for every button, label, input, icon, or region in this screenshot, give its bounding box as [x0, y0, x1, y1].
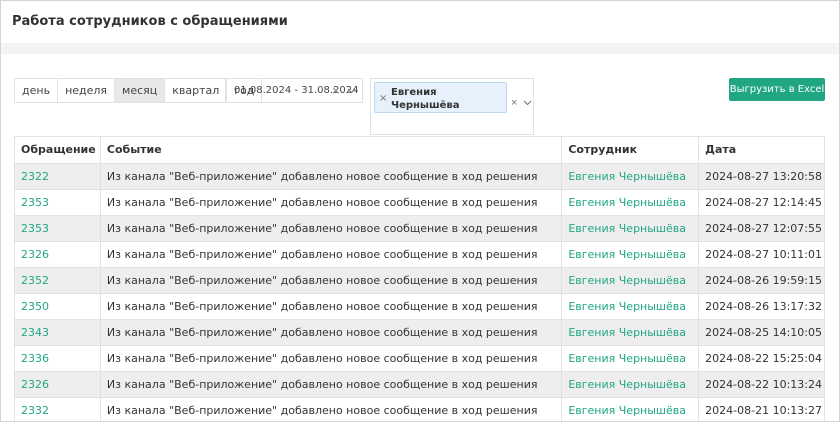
filter-toolbar: день неделя месяц квартал год 01.08.2024…: [1, 54, 839, 135]
period-month-button[interactable]: месяц: [115, 79, 166, 102]
event-text: Из канала "Веб-приложение" добавлено нов…: [100, 320, 563, 346]
ticket-link[interactable]: 2352: [15, 268, 101, 294]
employee-link[interactable]: Евгения Чернышёва: [562, 216, 700, 242]
table-row: 2343 Из канала "Веб-приложение" добавлено…: [15, 320, 825, 346]
column-header-event[interactable]: Событие: [100, 137, 563, 164]
employee-chip-label: Евгения Чернышёва: [391, 87, 460, 111]
ticket-link[interactable]: 2350: [15, 294, 101, 320]
clear-icon[interactable]: ×: [511, 97, 517, 109]
report-window: Работа сотрудников с обращениями день не…: [0, 0, 840, 422]
page-title: Работа сотрудников с обращениями: [12, 14, 288, 29]
table-row: 2326 Из канала "Веб-приложение" добавлено…: [15, 242, 825, 268]
event-text: Из канала "Веб-приложение" добавлено нов…: [100, 268, 563, 294]
event-text: Из канала "Веб-приложение" добавлено нов…: [100, 216, 563, 242]
clear-icon[interactable]: ×: [331, 84, 340, 97]
event-date: 2024-08-27 12:14:45: [699, 190, 825, 216]
employee-link[interactable]: Евгения Чернышёва: [562, 242, 700, 268]
date-range-input[interactable]: 01.08.2024 - 31.08.2024 ×: [225, 78, 363, 103]
event-text: Из канала "Веб-приложение" добавлено нов…: [100, 190, 563, 216]
ticket-link[interactable]: 2353: [15, 216, 101, 242]
employee-select[interactable]: × Евгения Чернышёва ×: [370, 78, 534, 135]
column-header-ticket[interactable]: Обращение: [15, 137, 101, 164]
ticket-link[interactable]: 2353: [15, 190, 101, 216]
table-row: 2326 Из канала "Веб-приложение" добавлено…: [15, 372, 825, 398]
ticket-link[interactable]: 2336: [15, 346, 101, 372]
header-divider: [1, 43, 839, 54]
column-header-employee[interactable]: Сотрудник: [562, 137, 700, 164]
table-header-row: Обращение Событие Сотрудник Дата: [15, 137, 825, 164]
employee-link[interactable]: Евгения Чернышёва: [562, 372, 700, 398]
employee-link[interactable]: Евгения Чернышёва: [562, 164, 700, 190]
event-date: 2024-08-27 12:07:55: [699, 216, 825, 242]
employee-link[interactable]: Евгения Чернышёва: [562, 346, 700, 372]
table-row: 2322 Из канала "Веб-приложение" добавлено…: [15, 164, 825, 190]
event-text: Из канала "Веб-приложение" добавлено нов…: [101, 398, 563, 421]
ticket-link[interactable]: 2343: [15, 320, 101, 346]
employee-select-controls: ×: [511, 97, 532, 109]
column-header-date[interactable]: Дата: [699, 137, 825, 164]
ticket-link[interactable]: 2332: [15, 398, 101, 421]
employee-link[interactable]: Евгения Чернышёва: [562, 190, 700, 216]
chevron-down-icon[interactable]: [523, 100, 532, 106]
ticket-link[interactable]: 2326: [15, 372, 101, 398]
period-day-button[interactable]: день: [15, 79, 59, 102]
ticket-link[interactable]: 2326: [15, 242, 101, 268]
event-text: Из канала "Веб-приложение" добавлено нов…: [100, 164, 563, 190]
event-date: 2024-08-27 13:20:58: [699, 164, 825, 190]
page-header: Работа сотрудников с обращениями: [1, 1, 839, 43]
event-text: Из канала "Веб-приложение" добавлено нов…: [100, 372, 563, 398]
date-range-controls: ×: [331, 79, 356, 102]
event-text: Из канала "Веб-приложение" добавлено нов…: [100, 294, 563, 320]
ticket-link[interactable]: 2322: [15, 164, 101, 190]
event-text: Из канала "Веб-приложение" добавлено нов…: [100, 346, 563, 372]
table-row: 2353 Из канала "Веб-приложение" добавлено…: [15, 190, 825, 216]
employee-link[interactable]: Евгения Чернышёва: [562, 320, 700, 346]
period-quarter-button[interactable]: квартал: [165, 79, 228, 102]
remove-chip-icon[interactable]: ×: [379, 93, 387, 104]
employee-link[interactable]: Евгения Чернышёва: [562, 294, 700, 320]
events-table: Обращение Событие Сотрудник Дата 2322 Из …: [14, 136, 825, 421]
table-row: 2353 Из канала "Веб-приложение" добавлено…: [15, 216, 825, 242]
event-text: Из канала "Веб-приложение" добавлено нов…: [100, 242, 563, 268]
event-date: 2024-08-27 10:11:01: [699, 242, 825, 268]
event-date: 2024-08-26 13:17:32: [699, 294, 825, 320]
employee-link[interactable]: Евгения Чернышёва: [562, 268, 700, 294]
event-date: 2024-08-22 10:13:24: [699, 372, 825, 398]
event-date: 2024-08-22 15:25:04: [699, 346, 825, 372]
employee-link[interactable]: Евгения Чернышёва: [562, 398, 700, 421]
table-row: 2336 Из канала "Веб-приложение" добавлено…: [15, 346, 825, 372]
event-date: 2024-08-26 19:59:15: [699, 268, 825, 294]
event-date: 2024-08-25 14:10:05: [699, 320, 825, 346]
employee-chip: × Евгения Чернышёва: [374, 82, 507, 113]
table-row: 2352 Из канала "Веб-приложение" добавлено…: [15, 268, 825, 294]
table-row: 2350 Из канала "Веб-приложение" добавлено…: [15, 294, 825, 320]
chevron-down-icon[interactable]: [347, 88, 356, 94]
table-row: 2332 Из канала "Веб-приложение" добавлено…: [15, 398, 825, 421]
period-week-button[interactable]: неделя: [58, 79, 116, 102]
export-excel-button[interactable]: Выгрузить в Excel: [729, 78, 825, 101]
event-date: 2024-08-21 10:13:27: [699, 398, 825, 421]
